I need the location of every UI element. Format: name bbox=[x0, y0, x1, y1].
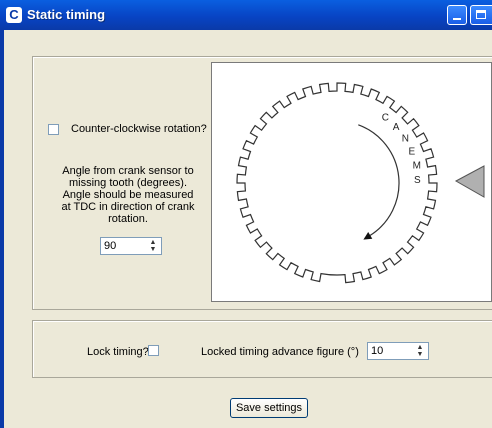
minimize-button[interactable] bbox=[447, 5, 467, 25]
trigger-wheel-outline bbox=[236, 82, 438, 284]
window-frame-left bbox=[0, 30, 4, 428]
maximize-button[interactable] bbox=[470, 5, 492, 25]
sensor-pointer-icon bbox=[454, 165, 485, 198]
wheel-brand-letter: C bbox=[382, 112, 389, 123]
window-title: Static timing bbox=[27, 7, 106, 22]
trigger-wheel-svg: CANE M S bbox=[236, 82, 485, 284]
angle-value: 90 bbox=[104, 240, 117, 252]
wheel-brand-letter: M bbox=[413, 161, 421, 172]
wheel-brand-text: CANE M S bbox=[382, 112, 421, 186]
wheel-brand-letter: E bbox=[409, 146, 416, 157]
ccw-rotation-checkbox[interactable] bbox=[48, 124, 59, 135]
rotation-arrow-icon bbox=[358, 124, 400, 237]
arrow-up-icon[interactable]: ▲ bbox=[146, 239, 160, 246]
app-icon: C bbox=[6, 7, 22, 23]
trigger-wheel-diagram: CANE M S bbox=[211, 62, 492, 302]
rotation-arrowhead-icon bbox=[363, 232, 373, 240]
lock-timing-label: Lock timing? bbox=[87, 346, 149, 358]
angle-stepper[interactable]: 90 ▲ ▼ bbox=[100, 237, 162, 255]
arrow-down-icon[interactable]: ▼ bbox=[413, 351, 427, 358]
title-bar[interactable]: C Static timing bbox=[0, 0, 492, 30]
angle-stepper-arrows[interactable]: ▲ ▼ bbox=[146, 239, 160, 253]
minimize-icon bbox=[453, 18, 461, 20]
wheel-brand-letter: S bbox=[414, 175, 421, 186]
lock-timing-checkbox[interactable] bbox=[148, 345, 159, 356]
advance-label: Locked timing advance figure (°) bbox=[201, 346, 359, 358]
save-settings-button[interactable]: Save settings bbox=[230, 398, 308, 418]
arrow-down-icon[interactable]: ▼ bbox=[146, 246, 160, 253]
ccw-rotation-label: Counter-clockwise rotation? bbox=[71, 123, 207, 135]
advance-stepper[interactable]: 10 ▲ ▼ bbox=[367, 342, 429, 360]
advance-value: 10 bbox=[371, 345, 384, 357]
arrow-up-icon[interactable]: ▲ bbox=[413, 344, 427, 351]
wheel-brand-letter: A bbox=[393, 122, 400, 133]
advance-stepper-arrows[interactable]: ▲ ▼ bbox=[413, 344, 427, 358]
angle-description: Angle from crank sensor to missing tooth… bbox=[61, 165, 195, 225]
wheel-brand-letter: N bbox=[402, 133, 409, 144]
maximize-icon bbox=[476, 10, 486, 19]
